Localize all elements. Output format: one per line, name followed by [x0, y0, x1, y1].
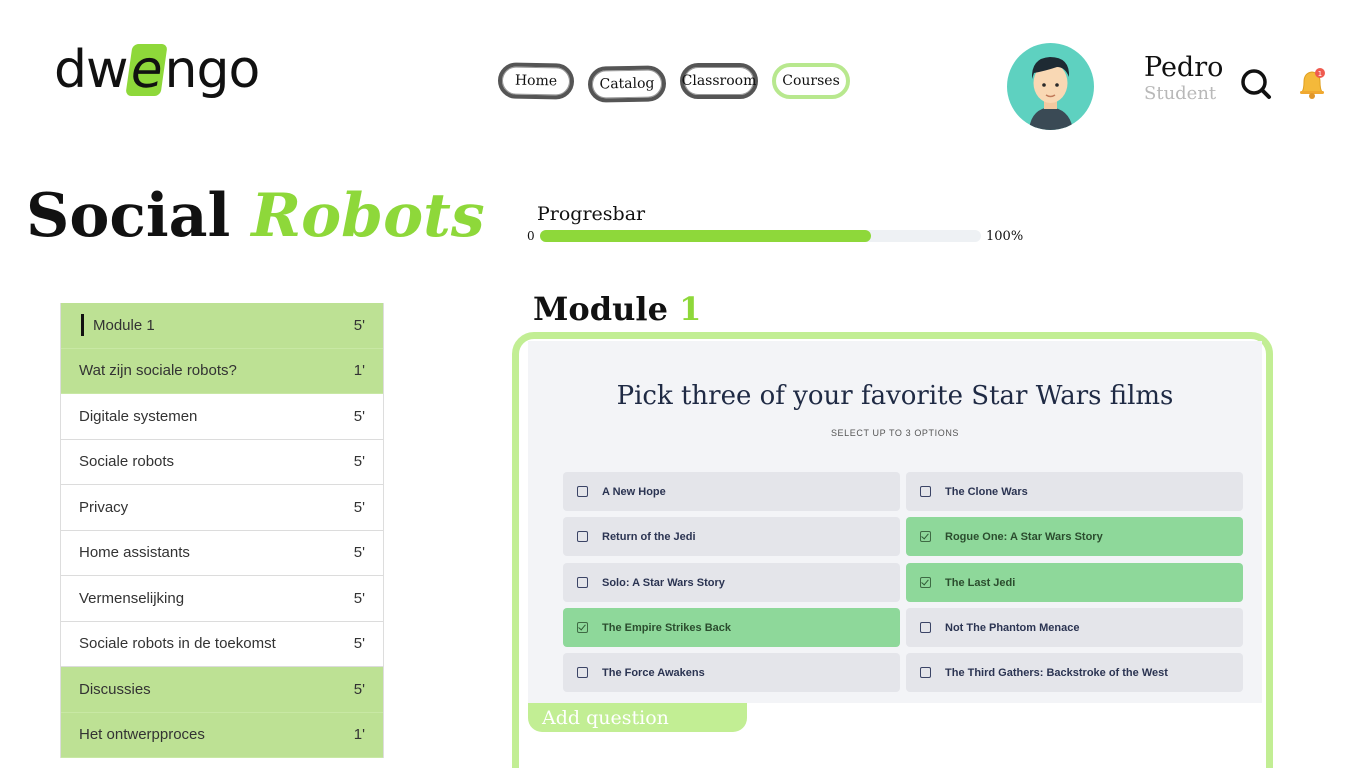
progress-min-label: 0 — [527, 229, 535, 243]
sidebar-item-duration: 1' — [353, 362, 365, 380]
nav-home-button[interactable]: Home — [497, 62, 575, 100]
add-question-button[interactable]: Add question — [528, 703, 747, 732]
sidebar-item-vermenselijking[interactable]: Vermenselijking 5' — [61, 576, 383, 622]
sidebar-item-duration: 5' — [353, 453, 365, 471]
checkbox-icon — [577, 667, 588, 678]
sidebar-item-duration: 5' — [353, 407, 365, 425]
active-indicator — [81, 314, 84, 337]
checkbox-checked-icon — [920, 531, 931, 542]
checkbox-icon — [577, 486, 588, 497]
sidebar-item-duration: 5' — [353, 680, 365, 698]
nav-catalog-button[interactable]: Catalog — [587, 65, 667, 103]
module-sidebar: Module 1 5' Wat zijn sociale robots? 1' … — [60, 303, 384, 758]
quiz-option-the-force-awakens[interactable]: The Force Awakens — [563, 653, 900, 692]
quiz-option-not-the-phantom-menace[interactable]: Not The Phantom Menace — [906, 608, 1243, 647]
sidebar-item-label: Wat zijn sociale robots? — [79, 362, 237, 380]
sidebar-item-duration: 1' — [353, 726, 365, 744]
quiz-question: Pick three of your favorite Star Wars fi… — [616, 381, 1174, 411]
checkbox-icon — [920, 667, 931, 678]
quiz-option-rogue-one[interactable]: Rogue One: A Star Wars Story — [906, 517, 1243, 556]
sidebar-item-het-ontwerpproces[interactable]: Het ontwerpproces 1' — [61, 712, 383, 758]
sidebar-item-discussies[interactable]: Discussies 5' — [61, 667, 383, 713]
sidebar-item-home-assistants[interactable]: Home assistants 5' — [61, 530, 383, 576]
quiz-option-a-new-hope[interactable]: A New Hope — [563, 472, 900, 511]
sidebar-module-header[interactable]: Module 1 5' — [61, 303, 383, 349]
sidebar-item-label: Sociale robots — [79, 453, 175, 471]
checkbox-icon — [920, 486, 931, 497]
quiz-option-the-clone-wars[interactable]: The Clone Wars — [906, 472, 1243, 511]
sidebar-item-label: Privacy — [79, 498, 129, 516]
quiz-instructions: SELECT UP TO 3 OPTIONS — [830, 428, 960, 438]
checkbox-icon — [920, 622, 931, 633]
progress-label: Progresbar — [537, 203, 646, 225]
quiz-option-return-of-the-jedi[interactable]: Return of the Jedi — [563, 517, 900, 556]
avatar[interactable] — [1007, 43, 1094, 130]
checkbox-checked-icon — [920, 577, 931, 588]
bell-icon[interactable]: 1 — [1292, 63, 1332, 103]
user-role: Student — [1144, 83, 1217, 104]
sidebar-item-sociale-robots-toekomst[interactable]: Sociale robots in de toekomst 5' — [61, 621, 383, 667]
sidebar-item-duration: 5' — [353, 498, 365, 516]
sidebar-item-label: Home assistants — [79, 544, 190, 562]
sidebar-item-duration: 5' — [353, 589, 365, 607]
progress-bar — [540, 230, 981, 242]
sidebar-item-duration: 5' — [353, 635, 365, 653]
search-icon[interactable] — [1238, 66, 1274, 102]
user-info: Pedro Student — [1144, 54, 1223, 104]
sidebar-item-label: Digitale systemen — [79, 407, 198, 425]
sidebar-item-digitale-systemen[interactable]: Digitale systemen 5' — [61, 394, 383, 440]
sidebar-item-label: Sociale robots in de toekomst — [79, 635, 276, 653]
quiz-option-the-last-jedi[interactable]: The Last Jedi — [906, 563, 1243, 602]
sidebar-item-label: Het ontwerpproces — [79, 726, 205, 744]
progress-max-label: 100% — [986, 229, 1024, 244]
sidebar-item-label: Discussies — [79, 680, 151, 698]
sidebar-item-wat-zijn-sociale-robots[interactable]: Wat zijn sociale robots? 1' — [61, 348, 383, 394]
quiz-option-solo[interactable]: Solo: A Star Wars Story — [563, 563, 900, 602]
checkbox-icon — [577, 531, 588, 542]
module-title: Module 1 — [533, 290, 702, 328]
sidebar-item-sociale-robots[interactable]: Sociale robots 5' — [61, 439, 383, 485]
progress-bar-fill — [540, 230, 871, 242]
quiz-option-empire-strikes-back[interactable]: The Empire Strikes Back — [563, 608, 900, 647]
sidebar-item-duration: 5' — [353, 544, 365, 562]
sidebar-item-label: Module 1 — [93, 316, 155, 334]
nav-classroom-button[interactable]: Classroom — [680, 63, 758, 99]
user-name: Pedro — [1144, 52, 1224, 83]
sidebar-item-label: Vermenselijking — [79, 589, 185, 607]
quiz-card: Pick three of your favorite Star Wars fi… — [528, 341, 1262, 703]
sidebar-item-privacy[interactable]: Privacy 5' — [61, 485, 383, 531]
checkbox-icon — [577, 577, 588, 588]
checkbox-checked-icon — [577, 622, 588, 633]
course-title: Social Robots — [26, 181, 485, 251]
dwengo-logo[interactable]: dwengo — [54, 40, 260, 100]
notification-count-badge: 1 — [1318, 70, 1322, 78]
sidebar-item-duration: 5' — [353, 316, 365, 334]
nav-courses-button[interactable]: Courses — [772, 63, 850, 99]
main-nav: Home Catalog Classroom Courses — [497, 62, 850, 103]
quiz-option-third-gathers[interactable]: The Third Gathers: Backstroke of the Wes… — [906, 653, 1243, 692]
